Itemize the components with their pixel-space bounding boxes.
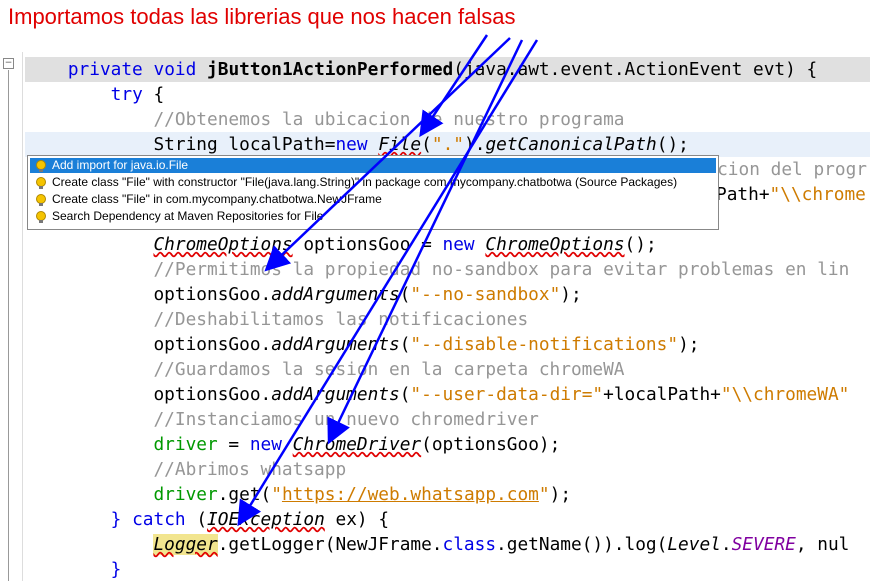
code-line-current: String localPath=new File(".").getCanoni… <box>25 132 870 157</box>
code-line: } catch (IOException ex) { <box>110 509 390 530</box>
code-line: try { <box>110 84 165 105</box>
lightbulb-icon <box>36 177 46 189</box>
lightbulb-icon <box>36 211 46 223</box>
code-line: //Instanciamos un nuevo chromedriver <box>153 409 539 430</box>
code-line: } <box>110 559 122 580</box>
editor-gutter <box>0 52 23 581</box>
fold-line <box>8 70 9 581</box>
fix-create-class-inner[interactable]: Create class "File" in com.mycompany.cha… <box>30 192 716 207</box>
fix-search-maven[interactable]: Search Dependency at Maven Repositories … <box>30 209 716 224</box>
code-line: ChromeOptions optionsGoo = new ChromeOpt… <box>153 234 657 255</box>
annotation-title: Importamos todas las librerias que nos h… <box>8 4 516 29</box>
fix-create-class-package[interactable]: Create class "File" with constructor "Fi… <box>30 175 716 190</box>
fold-collapse-icon[interactable]: − <box>3 58 14 69</box>
lightbulb-icon <box>36 194 46 206</box>
quick-fix-popup: Add import for java.io.File Create class… <box>27 155 719 230</box>
fix-add-import[interactable]: Add import for java.io.File <box>30 158 716 173</box>
code-line: optionsGoo.addArguments("--user-data-dir… <box>153 384 850 405</box>
code-line: //Abrimos whatsapp <box>153 459 347 480</box>
code-line: //Obtenemos la ubicacion de nuestro prog… <box>153 109 625 130</box>
code-line: //Guardamos la sesion en la carpeta chro… <box>153 359 625 380</box>
code-line: optionsGoo.addArguments("--disable-notif… <box>153 334 700 355</box>
code-line: //Deshabilitamos las notificaciones <box>153 309 529 330</box>
lightbulb-icon <box>36 160 46 172</box>
code-line: Logger.getLogger(NewJFrame.class.getName… <box>153 534 850 555</box>
code-line: private void jButton1ActionPerformed(jav… <box>25 57 870 82</box>
code-editor[interactable]: private void jButton1ActionPerformed(jav… <box>25 57 870 582</box>
code-line: driver = new ChromeDriver(optionsGoo); <box>153 434 561 455</box>
code-line: //Permitimos la propiedad no-sandbox par… <box>153 259 850 280</box>
code-line: optionsGoo.addArguments("--no-sandbox"); <box>153 284 582 305</box>
code-line: driver.get("https://web.whatsapp.com"); <box>153 484 572 505</box>
